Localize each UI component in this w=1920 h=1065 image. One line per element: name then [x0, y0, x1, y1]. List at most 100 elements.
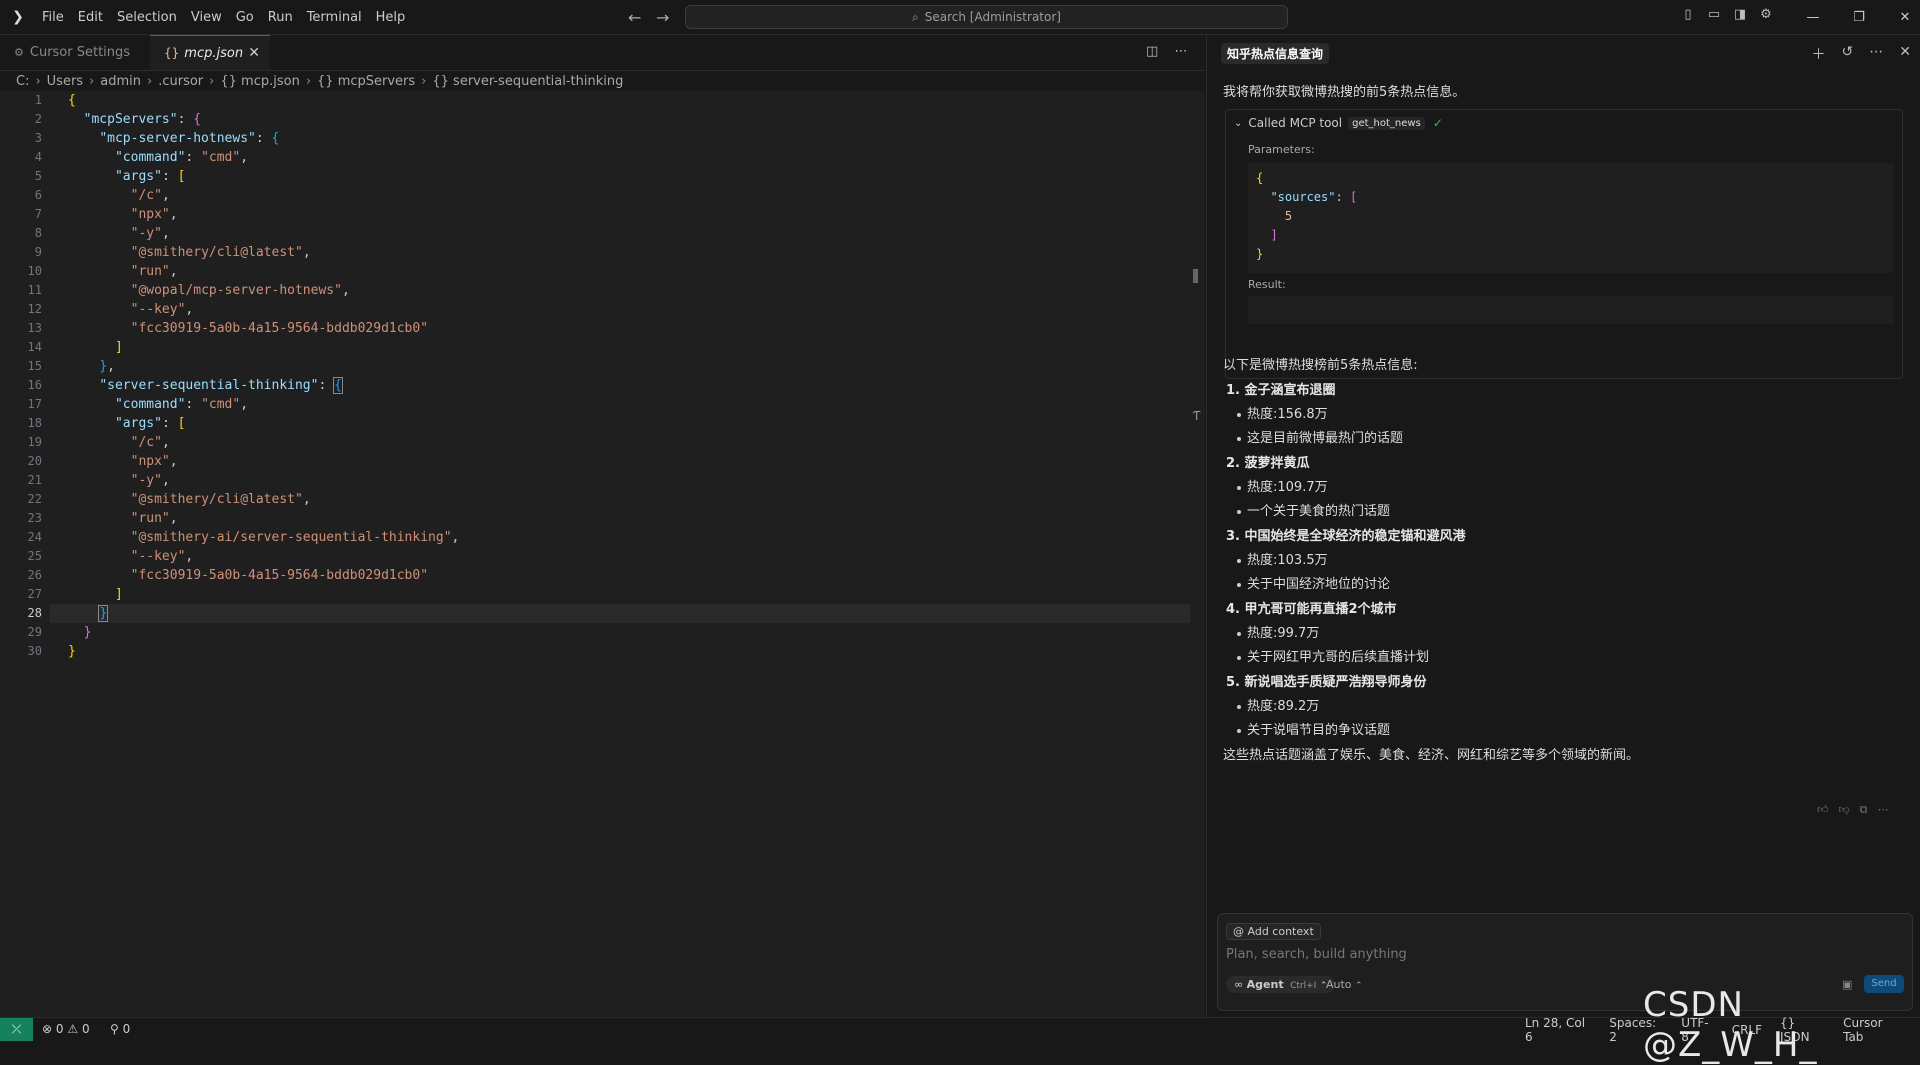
- more-icon[interactable]: ⋯: [1878, 803, 1889, 817]
- menu-view[interactable]: View: [191, 10, 222, 25]
- close-tab-icon[interactable]: ✕: [248, 45, 260, 61]
- line-number: 12: [27, 302, 42, 316]
- search-icon: ⌕: [912, 9, 919, 24]
- tab-cursor-settings[interactable]: ⚙ Cursor Settings: [0, 35, 148, 70]
- toggle-panel-icon[interactable]: ▭: [1706, 8, 1722, 22]
- copy-icon[interactable]: ⧉: [1860, 803, 1868, 817]
- code-line: ]: [114, 587, 123, 602]
- agent-shortcut: Ctrl+I: [1290, 981, 1317, 991]
- at-icon: @: [1233, 925, 1244, 938]
- list-item-desc: 这是目前微博最热门的话题: [1223, 427, 1903, 451]
- error-count: 0: [55, 1022, 64, 1036]
- antenna-icon: ⚲: [110, 1022, 119, 1036]
- cursor-position[interactable]: Ln 28, Col 6: [1525, 1016, 1591, 1044]
- infinity-icon: ∞: [1234, 978, 1244, 991]
- forward-arrow-icon[interactable]: →: [656, 8, 669, 27]
- settings-gear-icon[interactable]: ⚙: [1758, 8, 1774, 22]
- line-number: 28: [27, 606, 42, 620]
- menu-edit[interactable]: Edit: [78, 10, 103, 25]
- restore-icon[interactable]: ❐: [1836, 0, 1882, 34]
- code-line: "npx",: [130, 207, 178, 222]
- menu-go[interactable]: Go: [236, 10, 254, 25]
- breadcrumb-item[interactable]: {} server-sequential-thinking: [432, 74, 623, 89]
- chat-input-placeholder[interactable]: Plan, search, build anything: [1226, 947, 1407, 962]
- menu-terminal[interactable]: Terminal: [307, 10, 362, 25]
- menu-selection[interactable]: Selection: [117, 10, 177, 25]
- parameters-label: Parameters:: [1248, 143, 1315, 156]
- list-item-heat: 热度:89.2万: [1223, 695, 1903, 719]
- chat-panel: 知乎热点信息查询 ＋ ↺ ⋯ ✕ 我将帮你获取微博热搜的前5条热点信息。 ⌄ C…: [1206, 35, 1920, 1017]
- breadcrumb-item[interactable]: Users: [47, 74, 83, 89]
- code-line: "mcp-server-hotnews": {: [99, 131, 280, 146]
- agent-mode-button[interactable]: ∞ Agent Ctrl+I ⌃: [1226, 976, 1336, 993]
- settings-icon: ⚙: [14, 46, 24, 59]
- line-number: 29: [27, 625, 42, 639]
- text-cursor-icon: Ƭ: [1193, 409, 1201, 423]
- menu-help[interactable]: Help: [376, 10, 406, 25]
- remote-indicator-icon[interactable]: ⤫: [0, 1018, 33, 1041]
- more-icon[interactable]: ⋯: [1869, 44, 1883, 64]
- back-arrow-icon[interactable]: ←: [628, 8, 641, 27]
- toggle-secondary-sidebar-icon[interactable]: ◨: [1732, 8, 1748, 22]
- list-item-heat: 热度:99.7万: [1223, 622, 1903, 646]
- problems-indicator[interactable]: ⊗ 0 ⚠ 0: [42, 1018, 90, 1041]
- code-line: }: [68, 644, 76, 659]
- list-item-title: 4. 甲亢哥可能再直播2个城市: [1226, 602, 1397, 617]
- ports-indicator[interactable]: ⚲ 0: [110, 1018, 130, 1041]
- add-context-label: Add context: [1247, 925, 1314, 938]
- thumbs-up-icon[interactable]: 👍︎: [1817, 803, 1829, 817]
- add-context-button[interactable]: @ Add context: [1226, 923, 1321, 940]
- breadcrumb-item[interactable]: .cursor: [158, 74, 203, 89]
- new-chat-icon[interactable]: ＋: [1812, 44, 1826, 64]
- tool-name-badge: get_hot_news: [1348, 116, 1425, 130]
- list-item-desc: 关于说唱节目的争议话题: [1223, 719, 1903, 743]
- chevron-down-icon: ⌄: [1234, 117, 1243, 129]
- scrollbar-marker[interactable]: [1193, 269, 1198, 283]
- tab-mcp-json[interactable]: {} mcp.json ✕: [150, 35, 270, 70]
- close-panel-icon[interactable]: ✕: [1899, 44, 1911, 64]
- close-window-icon[interactable]: ✕: [1882, 0, 1920, 34]
- assistant-intro: 我将帮你获取微博热搜的前5条热点信息。: [1223, 85, 1466, 100]
- list-item-desc: 关于网红甲亢哥的后续直播计划: [1223, 646, 1903, 670]
- tool-call-header[interactable]: ⌄ Called MCP tool get_hot_news ✓: [1234, 116, 1443, 130]
- history-icon[interactable]: ↺: [1842, 44, 1854, 64]
- ports-count: 0: [122, 1022, 131, 1036]
- breadcrumb-item[interactable]: {} mcp.json: [220, 74, 299, 89]
- minimize-icon[interactable]: —: [1790, 0, 1836, 34]
- more-actions-icon[interactable]: ⋯: [1174, 44, 1187, 59]
- message-actions: 👍︎ 👎︎ ⧉ ⋯: [1807, 803, 1889, 817]
- line-number: 11: [27, 283, 42, 297]
- split-editor-icon[interactable]: ◫: [1146, 44, 1158, 59]
- code-editor[interactable]: 1 2 3 4 5 6 7 8 9 10 11 12 13 14 15 16 17 18 19 20 21 22 23 24 2…: [0, 91, 1205, 1017]
- line-number: 16: [27, 378, 42, 392]
- line-number: 20: [27, 454, 42, 468]
- line-number: 3: [34, 131, 42, 145]
- line-number: 21: [27, 473, 42, 487]
- list-item-title: 5. 新说唱选手质疑严浩翔导师身份: [1226, 675, 1427, 690]
- chat-panel-actions: ＋ ↺ ⋯ ✕: [1796, 44, 1911, 64]
- line-number: 24: [27, 530, 42, 544]
- breadcrumb-item[interactable]: {} mcpServers: [317, 74, 415, 89]
- model-select[interactable]: Auto ⌃: [1326, 978, 1363, 991]
- tool-call-label: Called MCP tool: [1248, 116, 1343, 130]
- code-content[interactable]: { "mcpServers": { "mcp-server-hotnews": …: [68, 91, 459, 661]
- mcp-tool-call[interactable]: ⌄ Called MCP tool get_hot_news ✓ Paramet…: [1225, 109, 1903, 379]
- command-center-search[interactable]: ⌕ Search [Administrator]: [685, 5, 1288, 29]
- line-number: 14: [27, 340, 42, 354]
- line-number: 4: [34, 150, 42, 164]
- list-item-desc: 关于中国经济地位的讨论: [1223, 573, 1903, 597]
- line-number: 9: [34, 245, 42, 259]
- line-number: 18: [27, 416, 42, 430]
- cursor-logo-icon: ❯: [12, 9, 24, 25]
- breadcrumb-item[interactable]: admin: [100, 74, 141, 89]
- thumbs-down-icon[interactable]: 👎︎: [1839, 803, 1850, 817]
- line-number: 8: [34, 226, 42, 240]
- line-number: 23: [27, 511, 42, 525]
- menu-run[interactable]: Run: [268, 10, 293, 25]
- chat-tab-title[interactable]: 知乎热点信息查询: [1221, 43, 1330, 64]
- menu-file[interactable]: File: [42, 10, 64, 25]
- csdn-watermark: CSDN @Z_W_H_: [1643, 985, 1818, 1065]
- list-item-heat: 热度:109.7万: [1223, 476, 1903, 500]
- breadcrumb-item[interactable]: C:: [16, 74, 29, 89]
- toggle-primary-sidebar-icon[interactable]: ▯: [1680, 8, 1696, 22]
